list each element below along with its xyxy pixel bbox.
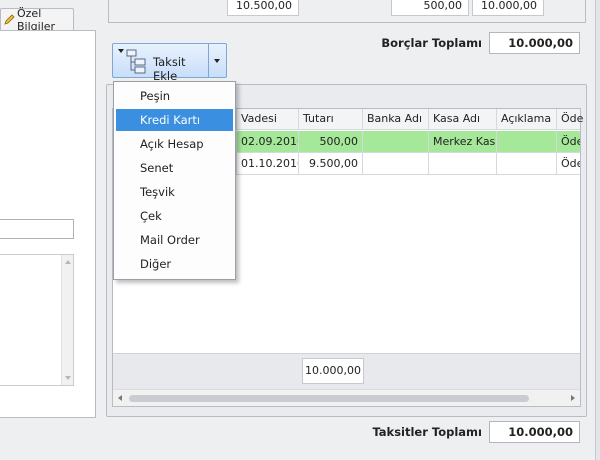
table-cell: Öde [557,153,580,175]
grid-footer: 10.000,00 [113,353,580,389]
menu-item-kredi-karti[interactable]: Kredi Kartı [116,109,233,131]
scroll-thumb[interactable] [129,395,529,402]
left-text-field[interactable] [0,219,74,239]
left-memo-field[interactable] [0,254,74,386]
top-value-3: 10.000,00 [472,0,544,16]
footer-sum-tutari: 10.000,00 [302,358,364,384]
taksit-ekle-dropdown[interactable] [209,44,226,77]
table-cell: 9.500,00 [299,153,363,175]
taksit-ekle-label: Taksit Ekle [153,55,186,83]
scroll-right-icon[interactable] [571,395,575,401]
tab-label: Özel Bilgiler [17,6,56,33]
menu-item-mail-order[interactable]: Mail Order [116,229,233,251]
table-cell [497,131,557,153]
scroll-down-icon[interactable] [65,376,71,380]
memo-scrollbar[interactable] [61,255,73,385]
top-value-2: 500,00 [391,0,469,16]
grid-horizontal-scrollbar[interactable] [113,389,580,406]
taksitler-toplami-label: Taksitler Toplamı [372,425,482,439]
pencil-icon [4,14,15,25]
menu-item-tesvik[interactable]: Teşvik [116,181,233,203]
column-header-tutari[interactable]: Tutarı [299,109,363,130]
menu-item-cek[interactable]: Çek [116,205,233,227]
top-summary-row: 10.500,00 500,00 10.000,00 [108,0,586,23]
menu-item-pesin[interactable]: Peşin [116,85,233,107]
table-cell: 02.09.2016 [237,131,299,153]
table-cell: Öde [557,131,580,153]
window-edge [595,0,600,460]
taksit-ekle-button[interactable]: Taksit Ekle [112,43,227,83]
scroll-left-icon[interactable] [118,395,122,401]
menu-item-senet[interactable]: Senet [116,157,233,179]
borclar-toplami-value: 10.000,00 [489,32,580,54]
column-header-vadesi[interactable]: Vadesi [237,109,299,130]
taksit-type-menu: Peşin Kredi Kartı Açık Hesap Senet Teşvi… [113,81,236,280]
table-cell [363,131,429,153]
column-header-banka-adi[interactable]: Banka Adı [363,109,429,130]
borclar-toplami-label: Borçlar Toplamı [381,36,482,50]
table-cell: 01.10.2016 [237,153,299,175]
table-cell: Merkez Kasa [429,131,497,153]
menu-item-diger[interactable]: Diğer [116,253,233,275]
table-cell [363,153,429,175]
column-header-aciklama[interactable]: Açıklama [497,109,557,130]
taksit-ekle-main[interactable]: Taksit Ekle [113,44,209,83]
menu-item-acik-hesap[interactable]: Açık Hesap [116,133,233,155]
tab-ozel-bilgiler[interactable]: Özel Bilgiler [0,6,74,33]
top-value-1: 10.500,00 [227,0,299,16]
table-cell: 500,00 [299,131,363,153]
table-cell [429,153,497,175]
chevron-down-icon [214,59,220,63]
column-header-kasa-adi[interactable]: Kasa Adı [429,109,497,130]
column-header-ode[interactable]: Öde [557,109,583,130]
taksitler-toplami-value: 10.000,00 [489,421,580,443]
scroll-up-icon[interactable] [65,260,71,264]
table-cell [497,153,557,175]
